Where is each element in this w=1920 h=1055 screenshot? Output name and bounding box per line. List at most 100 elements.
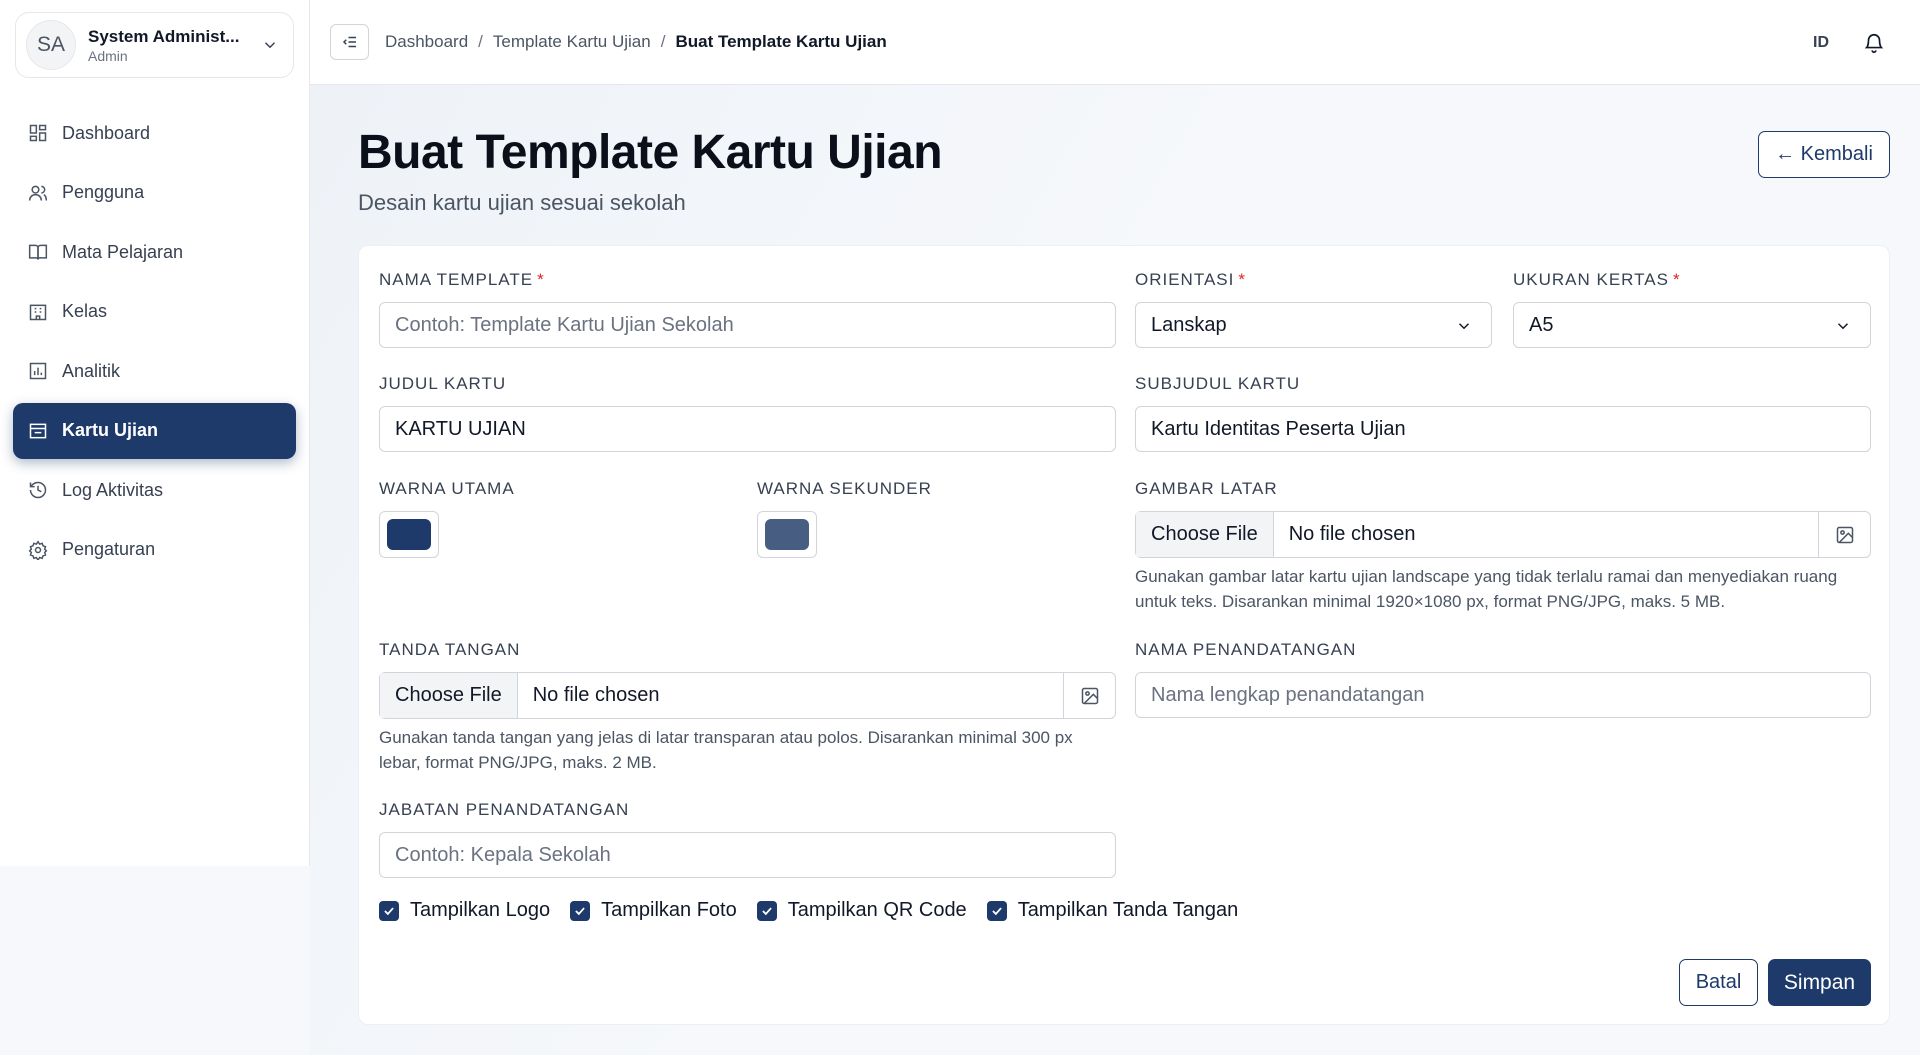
jabatan-penandatangan-label: JABATAN PENANDATANGAN xyxy=(379,800,630,819)
breadcrumb-current: Buat Template Kartu Ujian xyxy=(675,32,887,51)
chevron-down-icon xyxy=(1837,323,1849,330)
checkbox-label: Tampilkan Logo xyxy=(410,899,551,921)
sidebar-item-label: Pengguna xyxy=(62,182,145,202)
history-icon xyxy=(29,481,47,499)
subjudul-kartu-input[interactable]: Kartu Identitas Peserta Ujian xyxy=(1135,406,1871,452)
subjudul-kartu-label: SUBJUDUL KARTU xyxy=(1135,374,1301,393)
checkbox-checked-icon[interactable] xyxy=(756,900,777,921)
card-icon xyxy=(29,423,47,438)
orientasi-select[interactable]: Lanskap xyxy=(1135,302,1492,348)
orientasi-value: Lanskap xyxy=(1151,313,1227,336)
warna-utama-label: WARNA UTAMA xyxy=(379,479,515,498)
checkbox-tampilkan-qr-code[interactable]: Tampilkan QR Code xyxy=(756,899,967,922)
lower-background xyxy=(0,866,310,1055)
tanda-tangan-preview-button[interactable] xyxy=(1063,673,1115,718)
checkbox-label: Tampilkan Foto xyxy=(601,899,737,921)
image-icon xyxy=(1081,687,1098,704)
checkbox-checked-icon[interactable] xyxy=(379,900,399,921)
breadcrumb-separator: / xyxy=(660,32,666,51)
sidebar-item-analitik[interactable]: Analitik xyxy=(13,343,296,399)
top-bar: Dashboard / Template Kartu Ujian / Buat … xyxy=(310,0,1920,85)
sidebar-item-label: Mata Pelajaran xyxy=(62,241,184,262)
save-button[interactable]: Simpan xyxy=(1768,959,1871,1006)
sidebar-item-kartu-ujian[interactable]: Kartu Ujian xyxy=(13,402,296,459)
sidebar-nav: Dashboard Pengguna Mata Pelajaran Kelas … xyxy=(13,105,296,581)
sidebar-item-log-aktivitas[interactable]: Log Aktivitas xyxy=(13,462,296,518)
checkbox-checked-icon[interactable] xyxy=(570,900,591,921)
ukuran-kertas-select[interactable]: A5 xyxy=(1513,302,1871,348)
user-info: System Administ... Admin xyxy=(88,27,261,64)
checkbox-label: Tampilkan Tanda Tangan xyxy=(1017,899,1239,921)
judul-kartu-label: JUDUL KARTU xyxy=(379,374,507,393)
sidebar-item-label: Kelas xyxy=(62,301,108,321)
tanda-tangan-label: TANDA TANGAN xyxy=(379,640,521,659)
chevron-down-icon xyxy=(264,42,276,49)
back-button[interactable]: ← Kembali xyxy=(1758,131,1890,178)
warna-sekunder-label: WARNA SEKUNDER xyxy=(757,479,932,498)
gambar-latar-status: No file chosen xyxy=(1288,523,1416,545)
checkbox-tampilkan-tanda-tangan[interactable]: Tampilkan Tanda Tangan xyxy=(986,899,1239,922)
tanda-tangan-help: Gunakan tanda tangan yang jelas di latar… xyxy=(379,728,1073,772)
sidebar-toggle-button[interactable] xyxy=(330,24,369,60)
chart-icon xyxy=(29,362,47,380)
checkbox-label: Tampilkan QR Code xyxy=(787,899,967,921)
avatar: SA xyxy=(26,20,76,70)
ukuran-kertas-value: A5 xyxy=(1529,313,1554,336)
checkbox-tampilkan-logo[interactable]: Tampilkan Logo xyxy=(379,899,550,922)
sidebar-item-kelas[interactable]: Kelas xyxy=(13,284,296,340)
nama-template-input[interactable]: Contoh: Template Kartu Ujian Sekolah xyxy=(379,302,1116,348)
top-right-actions: ID xyxy=(1813,0,1920,85)
tanda-tangan-choose-button[interactable]: Choose File xyxy=(380,673,518,718)
ukuran-kertas-label: UKURAN KERTAS * xyxy=(1513,270,1681,289)
breadcrumb-dashboard[interactable]: Dashboard xyxy=(385,32,468,52)
gambar-latar-label: GAMBAR LATAR xyxy=(1135,479,1278,498)
sidebar-item-label: Kartu Ujian xyxy=(62,420,159,440)
school-icon xyxy=(29,304,47,320)
judul-kartu-input[interactable]: KARTU UJIAN xyxy=(379,406,1116,452)
chevron-down-icon xyxy=(1458,323,1470,330)
checkbox-checked-icon[interactable] xyxy=(986,900,1007,921)
nama-penandatangan-label: NAMA PENANDATANGAN xyxy=(1135,640,1357,659)
users-icon xyxy=(28,185,48,201)
sidebar-item-pengaturan[interactable]: Pengaturan xyxy=(13,522,296,578)
sidebar-item-label: Log Aktivitas xyxy=(62,479,164,500)
template-form-card: NAMA TEMPLATE * Contoh: Template Kartu Uj… xyxy=(358,245,1890,1025)
display-options: Tampilkan Logo Tampilkan Foto Tampilkan … xyxy=(379,899,1258,922)
sidebar-item-label: Analitik xyxy=(62,360,121,381)
jabatan-penandatangan-input[interactable]: Contoh: Kepala Sekolah xyxy=(379,832,1116,878)
tanda-tangan-file-input[interactable]: Choose File No file chosen xyxy=(379,672,1116,719)
warna-utama-swatch xyxy=(387,519,431,550)
gambar-latar-file-input[interactable]: Choose File No file chosen xyxy=(1135,511,1871,558)
page-title: Buat Template Kartu Ujian xyxy=(358,126,943,179)
gambar-latar-preview-button[interactable] xyxy=(1818,512,1870,557)
user-menu[interactable]: SA System Administ... Admin xyxy=(15,12,294,78)
warna-sekunder-swatch xyxy=(765,519,809,550)
sidebar-item-pengguna[interactable]: Pengguna xyxy=(13,165,296,221)
bell-icon[interactable] xyxy=(1863,32,1885,54)
gear-icon xyxy=(28,539,48,560)
nama-template-label: NAMA TEMPLATE * xyxy=(379,270,545,289)
tanda-tangan-status: No file chosen xyxy=(532,684,660,706)
orientasi-label: ORIENTASI * xyxy=(1135,270,1246,289)
warna-utama-picker[interactable] xyxy=(379,511,439,558)
nama-penandatangan-input[interactable]: Nama lengkap penandatangan xyxy=(1135,672,1871,718)
sidebar-item-dashboard[interactable]: Dashboard xyxy=(13,105,296,161)
breadcrumb: Dashboard / Template Kartu Ujian / Buat … xyxy=(385,32,887,52)
sidebar-item-label: Pengaturan xyxy=(62,539,156,559)
book-icon xyxy=(28,244,48,260)
gambar-latar-choose-button[interactable]: Choose File xyxy=(1136,512,1274,557)
sidebar-item-label: Dashboard xyxy=(62,122,151,143)
collapse-menu-icon xyxy=(342,36,356,48)
warna-sekunder-picker[interactable] xyxy=(757,511,817,558)
cancel-button[interactable]: Batal xyxy=(1679,959,1758,1006)
sidebar-item-mata-pelajaran[interactable]: Mata Pelajaran xyxy=(13,224,296,280)
user-name: System Administ... xyxy=(88,26,240,46)
checkbox-tampilkan-foto[interactable]: Tampilkan Foto xyxy=(570,899,737,922)
dashboard-icon xyxy=(29,124,47,142)
breadcrumb-template-kartu-ujian[interactable]: Template Kartu Ujian xyxy=(493,32,651,52)
language-switcher[interactable]: ID xyxy=(1813,34,1829,52)
gambar-latar-help: Gunakan gambar latar kartu ujian landsca… xyxy=(1135,567,1838,611)
image-icon xyxy=(1836,526,1853,543)
user-role: Admin xyxy=(88,47,128,64)
breadcrumb-separator: / xyxy=(478,32,483,51)
